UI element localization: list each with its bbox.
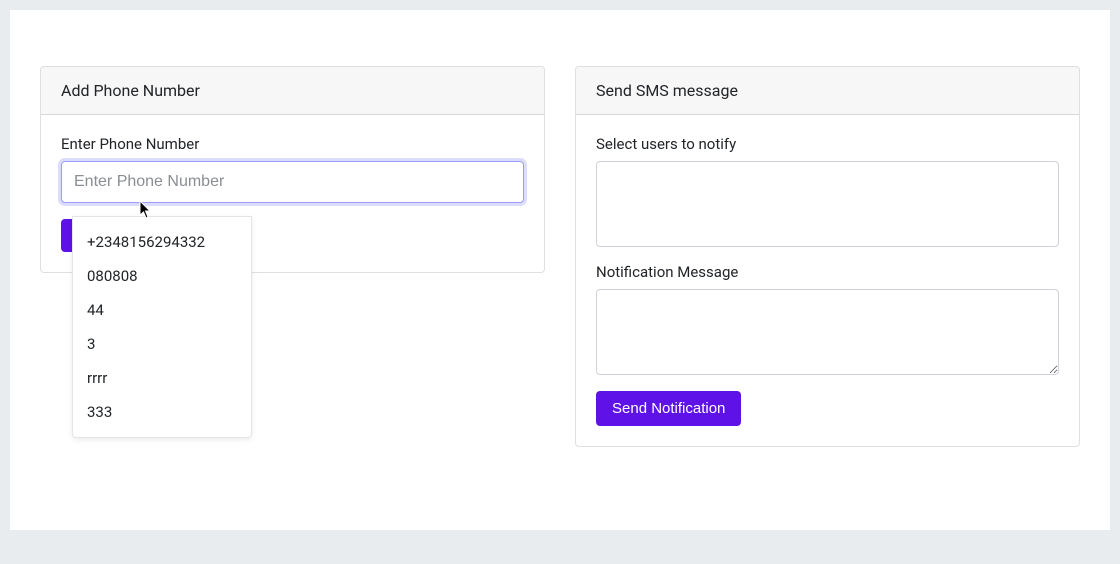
message-group: Notification Message: [596, 263, 1059, 375]
autocomplete-item[interactable]: rrrr: [73, 361, 251, 395]
right-column: Send SMS message Select users to notify …: [575, 66, 1080, 447]
send-notification-button[interactable]: Send Notification: [596, 391, 741, 426]
send-sms-card-header: Send SMS message: [576, 67, 1079, 115]
autocomplete-item[interactable]: 080808: [73, 259, 251, 293]
phone-input[interactable]: [61, 161, 524, 203]
phone-input-label: Enter Phone Number: [61, 135, 524, 153]
add-phone-card-header: Add Phone Number: [41, 67, 544, 115]
phone-autocomplete-dropdown: +2348156294332 080808 44 3 rrrr 333: [72, 216, 252, 438]
select-users-group: Select users to notify: [596, 135, 1059, 247]
autocomplete-item[interactable]: 3: [73, 327, 251, 361]
select-users-input[interactable]: [596, 161, 1059, 247]
select-users-label: Select users to notify: [596, 135, 1059, 153]
send-sms-card-body: Select users to notify Notification Mess…: [576, 115, 1079, 446]
page-container: Add Phone Number Enter Phone Number Add …: [10, 10, 1110, 530]
send-sms-card: Send SMS message Select users to notify …: [575, 66, 1080, 447]
autocomplete-item[interactable]: 44: [73, 293, 251, 327]
message-input[interactable]: [596, 289, 1059, 375]
autocomplete-item[interactable]: 333: [73, 395, 251, 429]
message-label: Notification Message: [596, 263, 1059, 281]
autocomplete-item[interactable]: +2348156294332: [73, 225, 251, 259]
